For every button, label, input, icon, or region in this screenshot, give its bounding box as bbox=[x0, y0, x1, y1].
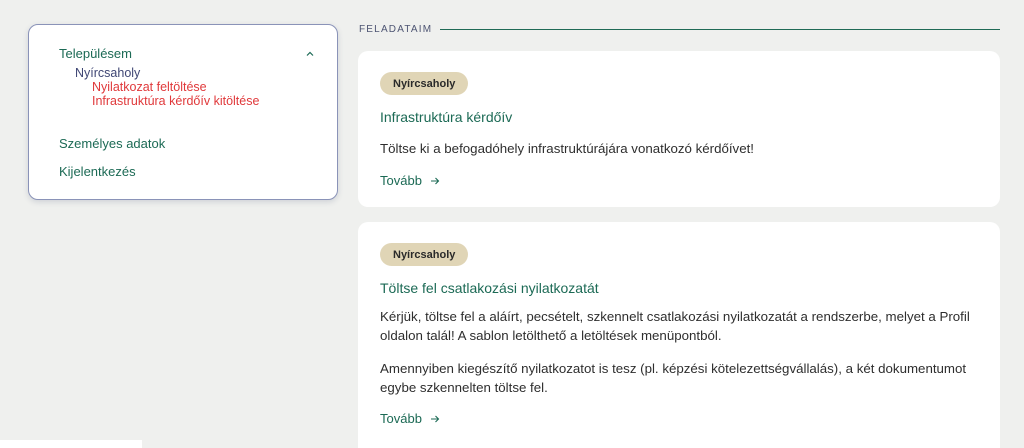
task-description: Amennyiben kiegészítő nyilatkozatot is t… bbox=[380, 361, 967, 395]
sidebar-item-town-label[interactable]: Településem bbox=[59, 46, 132, 61]
sidebar-item-personal-data[interactable]: Személyes adatok bbox=[59, 136, 317, 151]
footer-strip bbox=[0, 440, 142, 448]
more-link[interactable]: Tovább bbox=[380, 411, 440, 426]
sidebar-item-town[interactable]: Településem bbox=[59, 46, 317, 61]
arrow-right-icon[interactable] bbox=[430, 176, 440, 186]
section-header: FELADATAIM bbox=[359, 24, 1000, 35]
location-badge: Nyírcsaholy bbox=[380, 72, 469, 95]
task-description: Töltse ki a befogadóhely infrastruktúráj… bbox=[380, 141, 754, 156]
task-title: Töltse fel csatlakozási nyilatkozatát bbox=[380, 280, 599, 296]
sidebar-item-logout[interactable]: Kijelentkezés bbox=[59, 164, 317, 179]
more-link-label[interactable]: Tovább bbox=[380, 411, 422, 426]
sidebar-item-infrastructure-survey[interactable]: Infrastruktúra kérdőív kitöltése bbox=[92, 94, 317, 108]
task-card: Nyírcsaholy Infrastruktúra kérdőív Tölts… bbox=[358, 51, 1000, 207]
sidebar-city: Nyírcsaholy bbox=[75, 66, 141, 80]
task-description: Kérjük, töltse fel a aláírt, pecsételt, … bbox=[380, 309, 970, 343]
more-link[interactable]: Tovább bbox=[380, 173, 440, 188]
arrow-right-icon[interactable] bbox=[430, 414, 440, 424]
section-title: FELADATAIM bbox=[359, 24, 433, 35]
task-card: Nyírcsaholy Töltse fel csatlakozási nyil… bbox=[358, 222, 1000, 448]
chevron-up-icon[interactable] bbox=[303, 47, 317, 61]
task-title: Infrastruktúra kérdőív bbox=[380, 109, 513, 125]
section-divider bbox=[440, 29, 1000, 30]
location-badge: Nyírcsaholy bbox=[380, 243, 469, 266]
sidebar-item-upload-declaration[interactable]: Nyilatkozat feltöltése bbox=[92, 80, 317, 94]
more-link-label[interactable]: Tovább bbox=[380, 173, 422, 188]
sidebar-nav: Településem Nyírcsaholy Nyilatkozat felt… bbox=[28, 24, 338, 200]
